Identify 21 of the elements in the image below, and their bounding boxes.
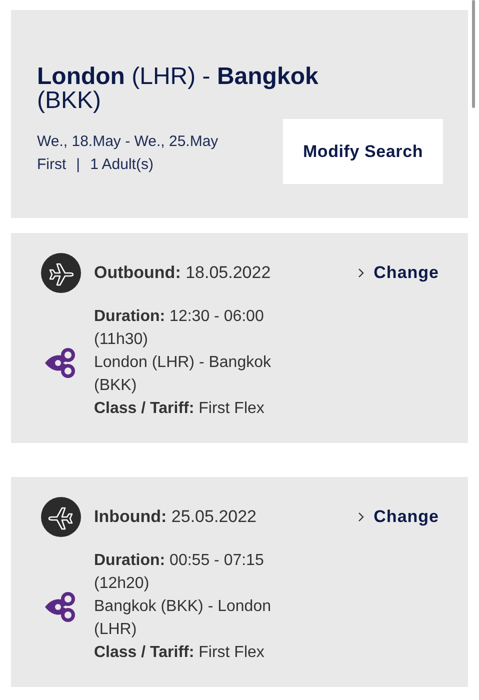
route-title: London (LHR) - Bangkok (BKK) bbox=[37, 65, 320, 113]
flight-date: Outbound: 18.05.2022 bbox=[94, 263, 272, 283]
plane-icon bbox=[41, 253, 81, 293]
flight-tariff: Class / Tariff: First Flex bbox=[94, 643, 266, 663]
passenger-count: 1 Adult(s) bbox=[90, 156, 154, 172]
flight-route: London (LHR) - Bangkok (BKK) bbox=[94, 353, 272, 396]
chevron-icon bbox=[358, 268, 364, 278]
flight-route: Bangkok (BKK) - London (LHR) bbox=[94, 597, 272, 640]
chevron-icon bbox=[358, 512, 364, 522]
plane-icon bbox=[41, 497, 81, 537]
separator: | bbox=[76, 156, 80, 172]
flight-duration: Duration: 00:55 - 07:15 (12h20) bbox=[94, 551, 265, 594]
scrollbar-thumb[interactable] bbox=[472, 0, 475, 108]
flight-duration: Duration: 12:30 - 06:00 (11h30) bbox=[94, 307, 265, 350]
flight-date: Inbound: 25.05.2022 bbox=[94, 507, 258, 527]
change-link[interactable]: Change bbox=[358, 507, 439, 527]
travel-dates: We., 18.May - We., 25.May bbox=[37, 132, 218, 152]
modify-search-button[interactable]: Modify Search bbox=[283, 119, 443, 184]
change-link[interactable]: Change bbox=[358, 263, 439, 283]
flight-tariff: Class / Tariff: First Flex bbox=[94, 399, 266, 419]
travel-class: First bbox=[37, 156, 66, 172]
